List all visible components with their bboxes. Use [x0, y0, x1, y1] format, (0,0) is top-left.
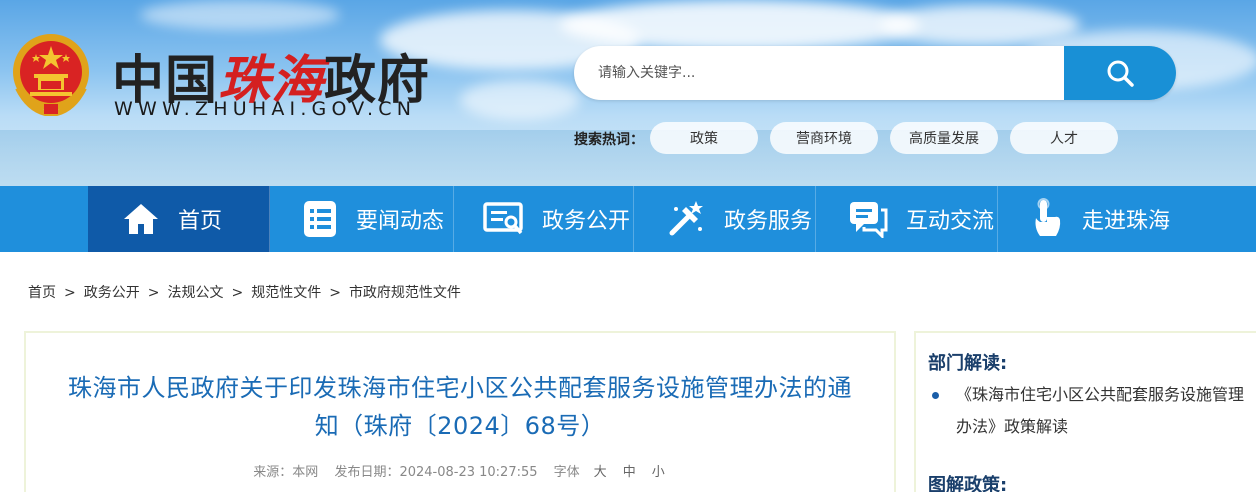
nav-item-news[interactable]: 要闻动态 [270, 186, 454, 252]
nav-label: 政务服务 [724, 209, 813, 234]
nav-label: 走进珠海 [1082, 209, 1171, 234]
search-icon [1107, 60, 1134, 87]
service-tools-icon [669, 201, 703, 236]
header-banner: 中国珠海政府 WWW.ZHUHAI.GOV.CN 搜索热词： 政策 营商环境 高… [0, 0, 1256, 186]
nav-item-about-zhuhai[interactable]: 走进珠海 [998, 186, 1256, 252]
font-size-label: 字体 [553, 465, 580, 480]
nav-label: 政务公开 [542, 209, 631, 234]
nav-label: 首页 [178, 209, 223, 234]
site-domain: WWW.ZHUHAI.GOV.CN [114, 98, 417, 120]
article-title-line: 知（珠府〔2024〕68号） [314, 412, 606, 440]
chat-icon [850, 202, 888, 238]
breadcrumb-link[interactable]: 首页 [28, 285, 56, 301]
sidebar-link[interactable]: 《珠海市住宅小区公共配套服务设施管理办法》政策解读 [956, 379, 1246, 443]
hot-tag[interactable]: 高质量发展 [890, 122, 998, 154]
nav-item-open-gov[interactable]: 政务公开 [454, 186, 634, 252]
breadcrumb-link[interactable]: 市政府规范性文件 [349, 285, 461, 301]
search-box [574, 46, 1176, 100]
nav-label: 互动交流 [906, 209, 995, 234]
font-size-large[interactable]: 大 [594, 465, 607, 480]
article-title: 珠海市人民政府关于印发珠海市住宅小区公共配套服务设施管理办法的通 知（珠府〔20… [42, 369, 878, 445]
breadcrumb-separator: > [231, 285, 244, 301]
breadcrumb-separator: > [147, 285, 160, 301]
breadcrumb-link[interactable]: 规范性文件 [251, 285, 321, 301]
nav-item-interaction[interactable]: 互动交流 [816, 186, 998, 252]
sidebar-section-title: 图解政策: [928, 475, 1008, 492]
font-size-medium[interactable]: 中 [623, 465, 636, 480]
nav-label: 要闻动态 [356, 209, 445, 234]
news-list-icon [304, 201, 336, 237]
hot-tag[interactable]: 营商环境 [770, 122, 878, 154]
search-button[interactable] [1064, 46, 1176, 100]
bullet-dot-icon [932, 392, 939, 399]
hot-tag[interactable]: 政策 [650, 122, 758, 154]
breadcrumb-link[interactable]: 法规公文 [167, 285, 223, 301]
nav-item-home[interactable]: 首页 [88, 186, 270, 252]
open-gov-icon [483, 202, 523, 235]
hot-words-label: 搜索热词： [574, 132, 644, 148]
main-nav: 首页 要闻动态 政务公开 政务服务 互动交流 走进珠海 [0, 186, 1256, 252]
breadcrumb-link[interactable]: 政务公开 [84, 285, 140, 301]
breadcrumb: 首页 > 政务公开 > 法规公文 > 规范性文件 > 市政府规范性文件 [28, 282, 461, 302]
sidebar-card: 部门解读: 《珠海市住宅小区公共配套服务设施管理办法》政策解读 图解政策: [914, 331, 1256, 492]
font-size-small[interactable]: 小 [652, 465, 665, 480]
breadcrumb-separator: > [329, 285, 341, 301]
breadcrumb-separator: > [64, 285, 76, 301]
nav-item-service[interactable]: 政务服务 [634, 186, 816, 252]
article-title-line: 珠海市人民政府关于印发珠海市住宅小区公共配套服务设施管理办法的通 [68, 374, 852, 402]
sidebar-section-title: 部门解读: [928, 353, 1008, 374]
article-date: 发布日期：2024-08-23 10:27:55 [334, 465, 538, 480]
article-meta: 来源：本网 发布日期：2024-08-23 10:27:55 字体大 中 小 [26, 461, 894, 480]
site-logo-title[interactable]: 中国珠海政府 [112, 38, 430, 111]
national-emblem-icon [13, 34, 89, 116]
search-input[interactable] [574, 46, 1064, 100]
home-icon [124, 204, 158, 234]
article-card: 珠海市人民政府关于印发珠海市住宅小区公共配套服务设施管理办法的通 知（珠府〔20… [24, 331, 896, 492]
article-source: 来源：本网 [253, 465, 319, 480]
tap-hand-icon [1035, 198, 1061, 236]
hot-tag[interactable]: 人才 [1010, 122, 1118, 154]
